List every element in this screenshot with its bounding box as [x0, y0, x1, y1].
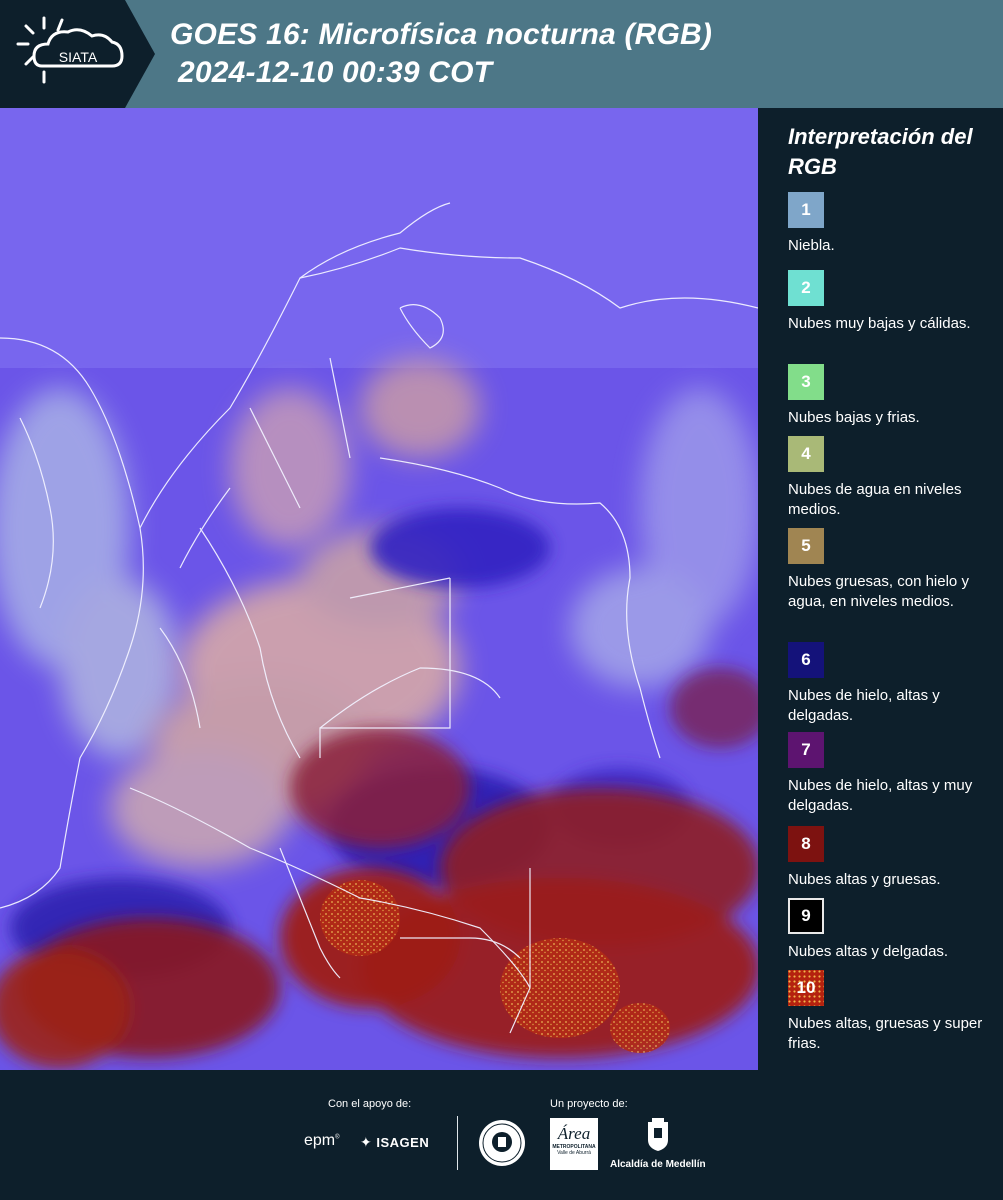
siata-logo: SIATA — [0, 0, 160, 108]
legend-item-5: 5 Nubes gruesas, con hielo y agua, en ni… — [788, 528, 993, 612]
epm-logo: epm® — [304, 1132, 340, 1149]
legend-swatch-5: 5 — [788, 528, 824, 564]
legend-label-3: Nubes bajas y frias. — [788, 409, 920, 426]
legend-swatch-7: 7 — [788, 732, 824, 768]
legend-item-4: 4 Nubes de agua en niveles medios. — [788, 436, 993, 520]
footer: Con el apoyo de: Un proyecto de: epm® ✦ … — [0, 1070, 1003, 1200]
legend-number-4: 4 — [801, 444, 811, 463]
legend-label-9: Nubes altas y delgadas. — [788, 943, 949, 960]
alcaldia-label: Alcaldía de Medellín — [610, 1159, 706, 1170]
legend-swatch-4: 4 — [788, 436, 824, 472]
legend-item-1: 1 Niebla. — [788, 192, 993, 256]
legend-number-8: 8 — [801, 834, 811, 853]
legend-title: Interpretación del RGB — [788, 124, 973, 179]
area-metropolitana-logo: Área METROPOLITANA Valle de Aburrá — [550, 1118, 598, 1170]
legend-label-7: Nubes de hielo, altas y muy delgadas. — [788, 777, 973, 814]
legend-swatch-9: 9 — [788, 898, 824, 934]
legend-label-4: Nubes de agua en niveles medios. — [788, 481, 962, 518]
legend-number-1: 1 — [801, 200, 811, 219]
title-timestamp: 2024-12-10 00:39 COT — [178, 56, 493, 89]
legend-swatch-10: 10 — [788, 970, 824, 1006]
legend-item-2: 2 Nubes muy bajas y cálidas. — [788, 270, 993, 334]
seal-icon — [477, 1118, 527, 1173]
legend-item-7: 7 Nubes de hielo, altas y muy delgadas. — [788, 732, 993, 816]
title-product: GOES 16: Microfísica nocturna (RGB) — [170, 18, 713, 51]
legend-number-6: 6 — [801, 650, 811, 669]
svg-text:SIATA: SIATA — [59, 49, 98, 65]
isagen-logo: ✦ ISAGEN — [360, 1134, 430, 1150]
legend-item-9: 9 Nubes altas y delgadas. — [788, 898, 993, 962]
legend-swatch-6: 6 — [788, 642, 824, 678]
alcaldia-shield-icon — [646, 1118, 670, 1157]
support-label: Con el apoyo de: — [328, 1098, 412, 1110]
legend-item-8: 8 Nubes altas y gruesas. — [788, 826, 993, 890]
legend-item-10: 10 Nubes altas, gruesas y super frias. — [788, 970, 993, 1054]
footer-divider — [457, 1116, 458, 1170]
legend-number-3: 3 — [801, 372, 811, 391]
legend-label-5: Nubes gruesas, con hielo y agua, en nive… — [788, 573, 969, 610]
legend-label-6: Nubes de hielo, altas y delgadas. — [788, 687, 940, 724]
legend-number-10: 10 — [796, 978, 816, 997]
legend-label-8: Nubes altas y gruesas. — [788, 871, 941, 888]
legend-number-2: 2 — [801, 278, 811, 297]
legend-label-10: Nubes altas, gruesas y super frias. — [788, 1015, 983, 1052]
header-bar: SIATA GOES 16: Microfísica nocturna (RGB… — [0, 0, 1003, 108]
legend-number-5: 5 — [801, 536, 811, 555]
legend-label-1: Niebla. — [788, 237, 835, 254]
legend-panel: Interpretación del RGB 1 Niebla. 2 Nubes… — [758, 108, 1003, 1070]
legend-swatch-8: 8 — [788, 826, 824, 862]
project-label: Un proyecto de: — [550, 1098, 628, 1110]
legend-swatch-1: 1 — [788, 192, 824, 228]
legend-label-2: Nubes muy bajas y cálidas. — [788, 315, 971, 332]
legend-number-9: 9 — [801, 906, 811, 925]
legend-item-3: 3 Nubes bajas y frias. — [788, 364, 993, 428]
legend-number-7: 7 — [801, 740, 811, 759]
satellite-image — [0, 108, 758, 1070]
legend-swatch-3: 3 — [788, 364, 824, 400]
legend-item-6: 6 Nubes de hielo, altas y delgadas. — [788, 642, 993, 726]
page-title: GOES 16: Microfísica nocturna (RGB) 2024… — [170, 16, 712, 92]
legend-swatch-2: 2 — [788, 270, 824, 306]
